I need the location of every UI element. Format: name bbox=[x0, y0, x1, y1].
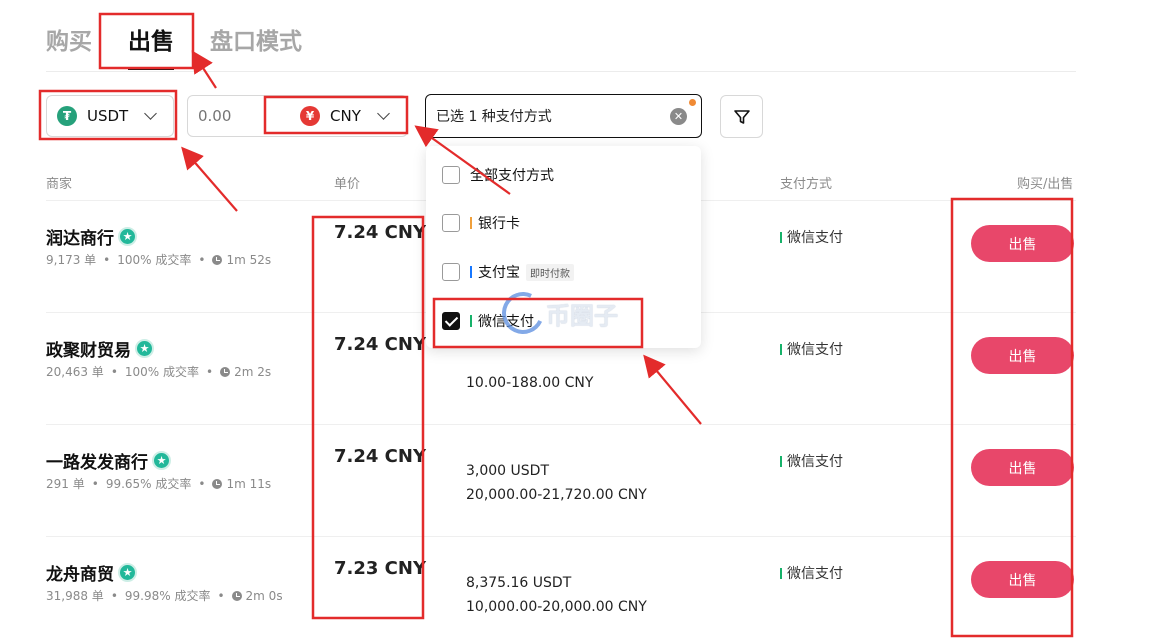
yuan-icon: ¥ bbox=[300, 106, 320, 126]
filter-button[interactable] bbox=[720, 95, 763, 138]
usdt-icon: ₮ bbox=[57, 106, 77, 126]
payment-tag: 微信支付 bbox=[780, 451, 843, 471]
payment-method-select[interactable]: 已选 1 种支付方式 ✕ bbox=[425, 94, 702, 138]
checkbox[interactable] bbox=[442, 166, 460, 184]
tab-buy[interactable]: 购买 bbox=[46, 26, 92, 58]
bank-card-color-bar bbox=[470, 217, 472, 229]
merchant-stats: 31,988 单 • 99.98% 成交率 • 2m 0s bbox=[46, 588, 283, 604]
tab-orderbook[interactable]: 盘口模式 bbox=[210, 26, 302, 58]
tab-sell[interactable]: 出售 bbox=[128, 26, 174, 70]
table-row: 龙舟商贸 ★ 31,988 单 • 99.98% 成交率 • 2m 0s 7.23 CNY… bbox=[46, 536, 1076, 640]
sell-button[interactable]: 出售 bbox=[971, 225, 1074, 262]
chevron-down-icon bbox=[376, 107, 390, 120]
payment-method-label: 已选 1 种支付方式 bbox=[436, 109, 552, 125]
sell-button[interactable]: 出售 bbox=[971, 449, 1074, 486]
alipay-subtag: 即时付款 bbox=[526, 263, 574, 281]
payment-tag: 微信支付 bbox=[780, 227, 843, 247]
coin-label: USDT bbox=[87, 107, 129, 125]
unit-price: 7.24 CNY bbox=[334, 334, 426, 355]
limit-range: 10,000.00-20,000.00 CNY bbox=[466, 599, 647, 615]
amount-input[interactable] bbox=[198, 107, 278, 125]
notification-dot bbox=[689, 99, 696, 106]
unit-price: 7.24 CNY bbox=[334, 222, 426, 243]
trade-tabs: 购买 出售 盘口模式 bbox=[46, 26, 338, 70]
merchant-name[interactable]: 政聚财贸易 ★ bbox=[46, 336, 154, 361]
sell-button[interactable]: 出售 bbox=[971, 561, 1074, 598]
payment-option-bank-card[interactable]: 银行卡 bbox=[442, 213, 520, 233]
available-amount: 8,375.16 USDT bbox=[466, 575, 572, 591]
fiat-label: CNY bbox=[330, 107, 361, 125]
payment-option-all[interactable]: 全部支付方式 bbox=[442, 165, 554, 185]
clock-icon bbox=[220, 366, 231, 377]
merchant-stats: 291 单 • 99.65% 成交率 • 1m 11s bbox=[46, 476, 272, 492]
checkbox[interactable] bbox=[442, 263, 460, 281]
clock-icon bbox=[212, 478, 223, 489]
clear-icon[interactable]: ✕ bbox=[670, 108, 687, 125]
checkbox[interactable] bbox=[442, 214, 460, 232]
verified-badge-icon: ★ bbox=[152, 451, 171, 470]
unit-price: 7.23 CNY bbox=[334, 558, 426, 579]
watermark-logo-icon bbox=[496, 286, 550, 340]
table-row: 一路发发商行 ★ 291 单 • 99.65% 成交率 • 1m 11s 7.24 CNY… bbox=[46, 424, 1076, 536]
merchant-stats: 20,463 单 • 100% 成交率 • 2m 2s bbox=[46, 364, 272, 380]
limit-range: 10.00-188.00 CNY bbox=[466, 375, 594, 391]
coin-select[interactable]: ₮ USDT bbox=[46, 95, 174, 137]
merchant-name[interactable]: 一路发发商行 ★ bbox=[46, 448, 171, 473]
limit-range: 20,000.00-21,720.00 CNY bbox=[466, 487, 647, 503]
alipay-color-bar bbox=[470, 266, 472, 278]
sell-button[interactable]: 出售 bbox=[971, 337, 1074, 374]
wechat-color-bar bbox=[470, 315, 472, 327]
unit-price: 7.24 CNY bbox=[334, 446, 426, 467]
column-payment: 支付方式 bbox=[780, 177, 833, 192]
fiat-select[interactable]: ¥ CNY bbox=[300, 96, 390, 136]
clock-icon bbox=[231, 590, 242, 601]
column-merchant: 商家 bbox=[46, 177, 73, 192]
merchant-stats: 9,173 单 • 100% 成交率 • 1m 52s bbox=[46, 252, 272, 268]
payment-tag: 微信支付 bbox=[780, 563, 843, 583]
available-amount: 3,000 USDT bbox=[466, 463, 549, 479]
chevron-down-icon bbox=[144, 107, 158, 120]
amount-box: ¥ CNY bbox=[187, 95, 408, 137]
payment-tag: 微信支付 bbox=[780, 339, 843, 359]
watermark: 币圈子 bbox=[496, 286, 618, 340]
verified-badge-icon: ★ bbox=[135, 339, 154, 358]
checkbox-checked[interactable] bbox=[442, 312, 460, 330]
merchant-name[interactable]: 龙舟商贸 ★ bbox=[46, 560, 137, 585]
funnel-icon bbox=[733, 109, 750, 124]
merchant-name[interactable]: 润达商行 ★ bbox=[46, 224, 137, 249]
payment-option-alipay[interactable]: 支付宝 即时付款 bbox=[442, 262, 574, 282]
tabs-divider bbox=[46, 71, 1076, 72]
verified-badge-icon: ★ bbox=[118, 563, 137, 582]
verified-badge-icon: ★ bbox=[118, 227, 137, 246]
column-price: 单价 bbox=[334, 177, 361, 192]
clock-icon bbox=[212, 254, 223, 265]
column-action: 购买/出售 bbox=[1017, 177, 1074, 192]
